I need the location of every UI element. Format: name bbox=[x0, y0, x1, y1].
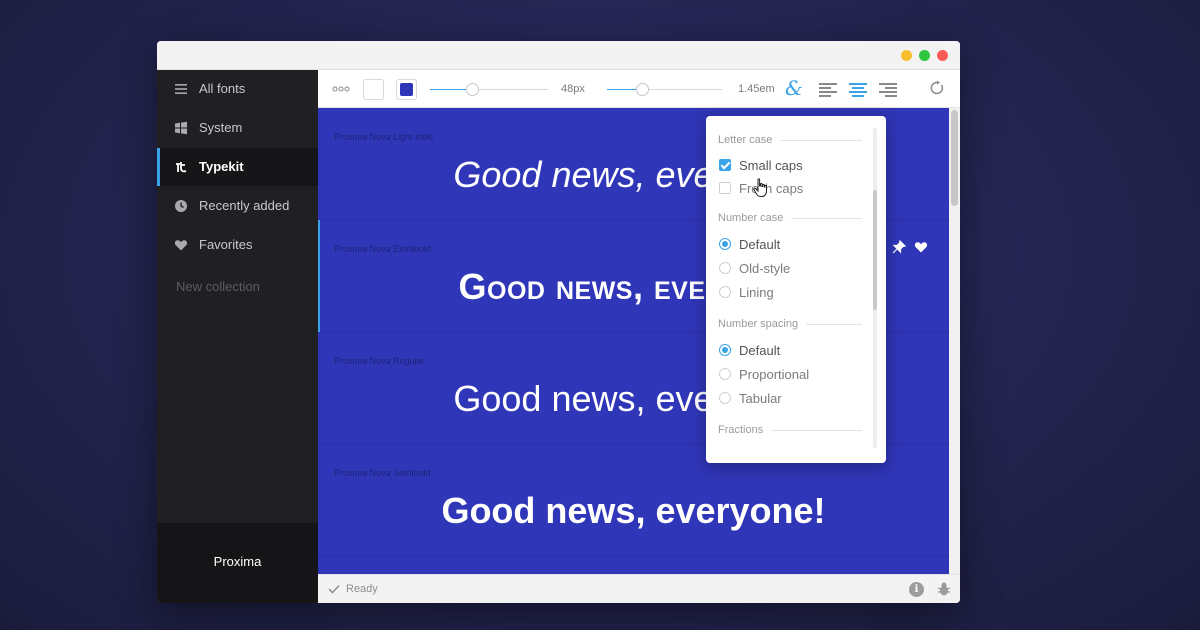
option-label: Lining bbox=[739, 284, 774, 300]
new-collection-button[interactable]: New collection bbox=[176, 279, 260, 294]
number-case-oldstyle-radio[interactable]: Old-style bbox=[719, 260, 790, 276]
hand-cursor-icon bbox=[753, 178, 767, 197]
number-spacing-tabular-radio[interactable]: Tabular bbox=[719, 390, 782, 406]
ampersand-icon[interactable]: & bbox=[785, 76, 803, 100]
heart-icon bbox=[174, 240, 188, 251]
number-case-heading: Number case bbox=[718, 212, 862, 224]
info-icon[interactable]: i bbox=[909, 582, 924, 597]
toolbar: 48px 1.45em & bbox=[318, 70, 960, 108]
font-size-value: 48px bbox=[561, 83, 585, 95]
minimize-button[interactable] bbox=[901, 50, 912, 61]
windows-icon bbox=[175, 121, 187, 135]
font-name: Proxima Nova Extrabold bbox=[334, 244, 432, 254]
option-label: Tabular bbox=[739, 390, 782, 406]
sidebar-item-label: Recently added bbox=[199, 198, 290, 213]
status-bar: Ready i bbox=[318, 574, 960, 603]
sidebar-item-label: Typekit bbox=[199, 159, 244, 174]
radio-selected[interactable] bbox=[719, 344, 731, 356]
letter-case-heading: Letter case bbox=[718, 134, 862, 146]
bug-icon[interactable] bbox=[936, 581, 952, 597]
number-spacing-heading: Number spacing bbox=[718, 318, 862, 330]
font-name: Proxima Nova Semibold bbox=[334, 468, 431, 478]
close-button[interactable] bbox=[937, 50, 948, 61]
typekit-icon bbox=[176, 162, 187, 173]
align-left-button[interactable] bbox=[819, 83, 837, 97]
current-font-family: Proxima bbox=[157, 523, 318, 603]
content-scrollbar[interactable] bbox=[949, 108, 960, 574]
checkbox-checked[interactable] bbox=[719, 159, 731, 171]
fractions-heading: Fractions bbox=[718, 424, 862, 436]
option-label: Proportional bbox=[739, 366, 810, 382]
align-center-button[interactable] bbox=[849, 83, 867, 97]
popover-scrollbar[interactable] bbox=[873, 128, 877, 448]
sidebar-item-system[interactable]: System bbox=[157, 109, 318, 147]
option-label: Old-style bbox=[739, 260, 791, 276]
align-right-button[interactable] bbox=[879, 83, 897, 97]
number-spacing-proportional-radio[interactable]: Proportional bbox=[719, 366, 809, 382]
background-color-swatch[interactable] bbox=[396, 79, 417, 100]
check-icon bbox=[328, 584, 340, 594]
sidebar-item-recently-added[interactable]: Recently added bbox=[157, 187, 318, 225]
radio-unselected[interactable] bbox=[719, 286, 731, 298]
status-text: Ready bbox=[346, 583, 378, 595]
font-size-slider[interactable] bbox=[430, 83, 548, 96]
sidebar-item-label: All fonts bbox=[199, 81, 246, 96]
sidebar-item-typekit[interactable]: Typekit bbox=[157, 148, 318, 186]
title-bar bbox=[157, 41, 960, 70]
font-name: Proxima Nova Regular bbox=[334, 356, 425, 366]
sidebar-item-favorites[interactable]: Favorites bbox=[157, 226, 318, 264]
favorite-heart-icon[interactable] bbox=[914, 240, 928, 254]
maximize-button[interactable] bbox=[919, 50, 930, 61]
sidebar: All fonts System Typekit Recently added … bbox=[157, 70, 318, 603]
line-height-value: 1.45em bbox=[738, 83, 775, 95]
font-sample: Good news, everyone! bbox=[441, 490, 826, 531]
scrollbar-thumb[interactable] bbox=[951, 110, 958, 206]
background-color-fill bbox=[400, 83, 413, 96]
radio-unselected[interactable] bbox=[719, 262, 731, 274]
sidebar-item-label: Favorites bbox=[199, 237, 253, 252]
menu-icon bbox=[175, 84, 187, 94]
reset-icon[interactable] bbox=[929, 80, 945, 96]
font-size-slider-knob[interactable] bbox=[466, 83, 479, 96]
option-label: Small caps bbox=[739, 157, 803, 173]
number-case-lining-radio[interactable]: Lining bbox=[719, 284, 774, 300]
number-case-default-radio[interactable]: Default bbox=[719, 236, 780, 252]
radio-unselected[interactable] bbox=[719, 392, 731, 404]
pin-icon[interactable] bbox=[892, 240, 906, 254]
popover-scrollbar-thumb[interactable] bbox=[873, 190, 877, 310]
font-name: Proxima Nova Light Italic bbox=[334, 132, 434, 142]
row-actions bbox=[892, 240, 932, 254]
checkbox-unchecked[interactable] bbox=[719, 182, 731, 194]
sidebar-item-label: System bbox=[199, 120, 243, 135]
option-label: Default bbox=[739, 342, 781, 358]
text-color-swatch[interactable] bbox=[363, 79, 384, 100]
line-height-slider-knob[interactable] bbox=[636, 83, 649, 96]
line-height-slider[interactable] bbox=[607, 83, 722, 96]
option-label: Default bbox=[739, 236, 781, 252]
clock-icon bbox=[175, 200, 187, 212]
sidebar-item-all-fonts[interactable]: All fonts bbox=[157, 70, 318, 108]
radio-unselected[interactable] bbox=[719, 368, 731, 380]
number-spacing-default-radio[interactable]: Default bbox=[719, 342, 780, 358]
option-label: Fresh caps bbox=[739, 180, 804, 196]
small-caps-checkbox[interactable]: Small caps bbox=[719, 157, 803, 173]
radio-selected[interactable] bbox=[719, 238, 731, 250]
more-dots-icon[interactable] bbox=[332, 86, 350, 92]
opentype-features-popover: Letter case Small caps Fresh caps Number… bbox=[706, 116, 886, 463]
